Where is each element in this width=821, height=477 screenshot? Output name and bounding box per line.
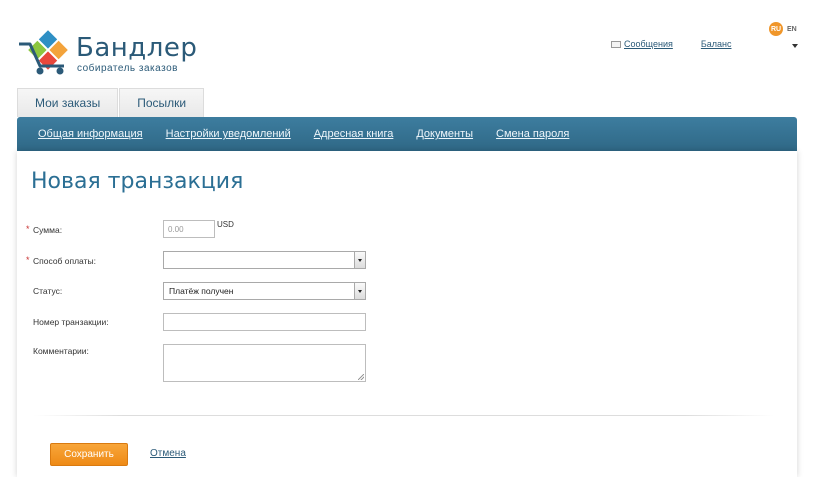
- transaction-number-label: Номер транзакции:: [33, 317, 109, 327]
- comments-textarea[interactable]: [163, 344, 366, 382]
- user-menu-chevron-down-icon[interactable]: [792, 44, 798, 48]
- subnav-notification-settings[interactable]: Настройки уведомлений: [166, 128, 291, 140]
- header-links: Сообщения Баланс: [611, 39, 732, 49]
- transaction-number-input[interactable]: [163, 313, 366, 331]
- required-mark: *: [26, 255, 30, 265]
- divider: [34, 415, 774, 416]
- amount-label: * Сумма:: [26, 224, 63, 235]
- chevron-down-icon[interactable]: [354, 252, 365, 268]
- currency-label: USD: [217, 220, 234, 229]
- messages-label: Сообщения: [624, 39, 673, 49]
- brand-tagline: собиратель заказов: [77, 63, 178, 74]
- subnav-change-password[interactable]: Смена пароля: [496, 128, 569, 140]
- tab-parcels[interactable]: Посылки: [119, 88, 205, 117]
- status-select-value: Платёж получен: [169, 286, 234, 296]
- sub-navigation: Общая информация Настройки уведомлений А…: [17, 117, 797, 151]
- brand-name[interactable]: Бандлер: [76, 33, 197, 63]
- save-button[interactable]: Сохранить: [50, 443, 128, 466]
- top-tabs: Мои заказы Посылки: [17, 88, 205, 117]
- page-title: Новая транзакция: [31, 169, 244, 194]
- content-panel: Новая транзакция * Сумма: 0.00 USD * Спо…: [17, 151, 797, 477]
- subnav-address-book[interactable]: Адресная книга: [314, 128, 394, 140]
- amount-input[interactable]: 0.00: [163, 220, 215, 238]
- payment-method-label: * Способ оплаты:: [26, 255, 96, 266]
- lang-en-button[interactable]: EN: [787, 26, 797, 33]
- lang-ru-button[interactable]: RU: [769, 22, 783, 36]
- resize-handle-icon[interactable]: [358, 374, 364, 380]
- comments-label: Комментарии:: [33, 346, 89, 356]
- messages-link[interactable]: Сообщения: [611, 39, 673, 49]
- language-switcher: RU EN: [769, 22, 797, 36]
- cancel-link[interactable]: Отмена: [150, 448, 186, 459]
- status-select[interactable]: Платёж получен: [163, 282, 366, 300]
- subnav-documents[interactable]: Документы: [416, 128, 473, 140]
- subnav-general-info[interactable]: Общая информация: [38, 128, 143, 140]
- envelope-icon: [611, 40, 621, 48]
- tab-my-orders[interactable]: Мои заказы: [17, 88, 119, 117]
- status-label: Статус:: [33, 286, 63, 296]
- bandler-logo-icon[interactable]: [16, 30, 76, 76]
- balance-link[interactable]: Баланс: [701, 39, 732, 49]
- required-mark: *: [26, 224, 30, 234]
- chevron-down-icon[interactable]: [354, 283, 365, 299]
- payment-method-select[interactable]: [163, 251, 366, 269]
